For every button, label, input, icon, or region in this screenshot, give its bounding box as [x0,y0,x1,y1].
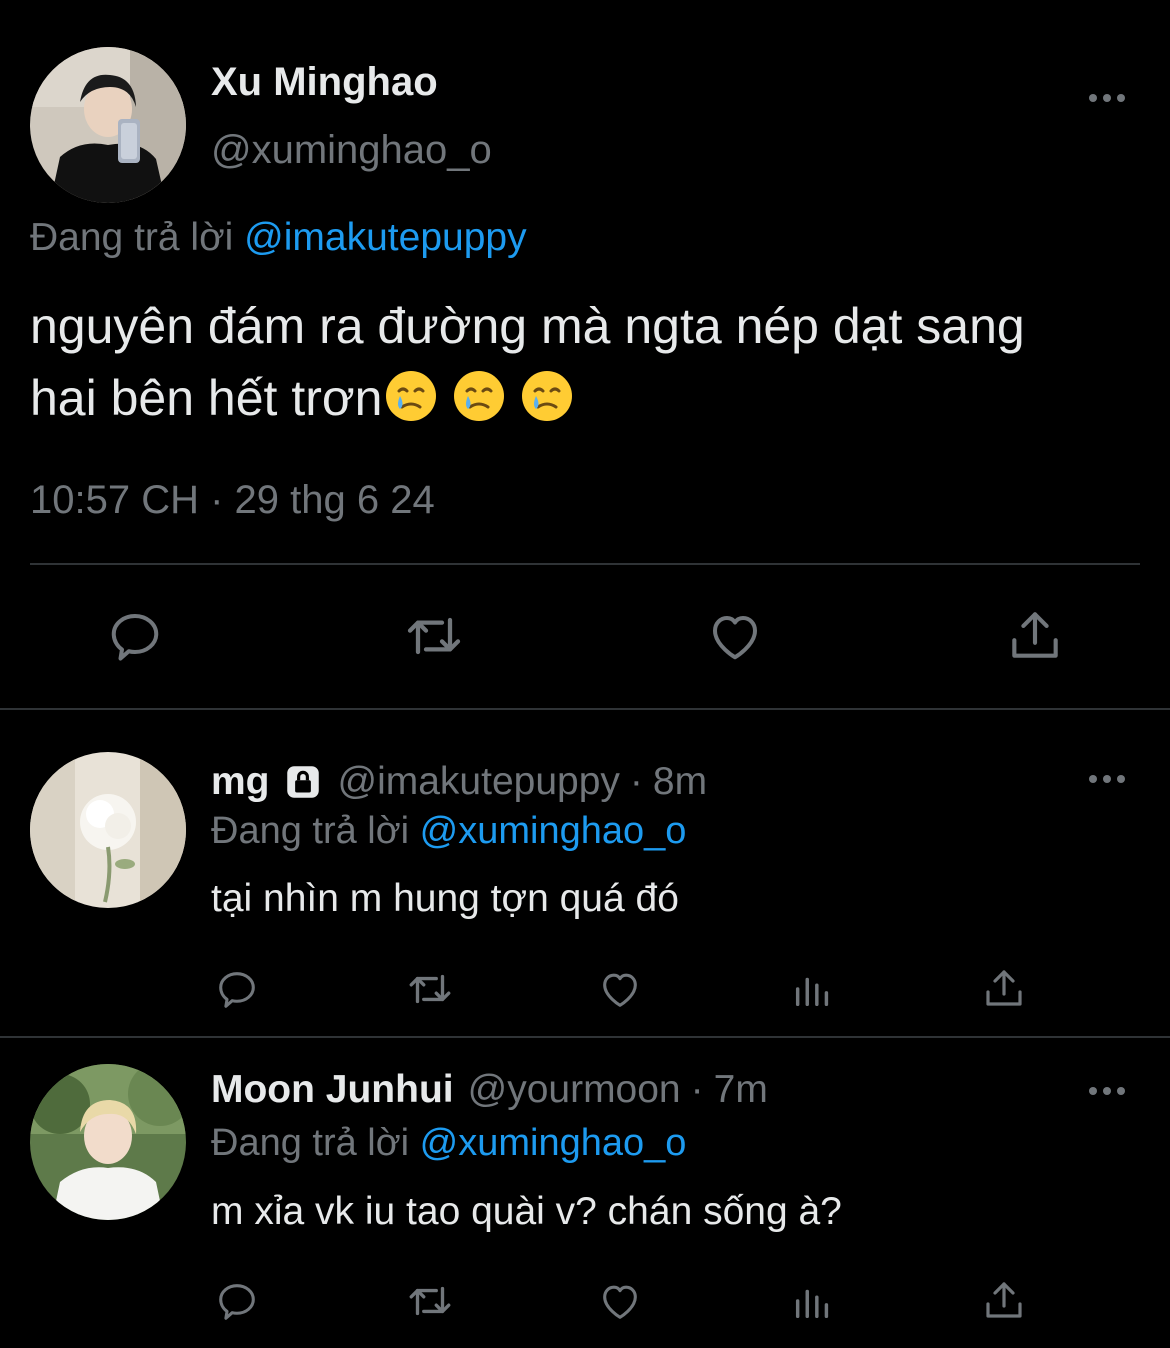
reply-separator: · [690,1068,704,1111]
tweet-timestamp[interactable]: 10:57 CH · 29 thg 6 24 [30,478,435,523]
divider [30,563,1140,565]
tweet-text: nguyên đám ra đường mà ngta nép dạt sang… [30,290,1160,434]
reply-avatar[interactable] [30,1064,186,1220]
reply-display-name[interactable]: Moon Junhui [211,1068,454,1112]
face-holding-back-tears-icon [522,371,573,421]
replying-to-line: Đang trả lời @xuminghao_o [211,1122,686,1165]
views-icon[interactable] [790,1278,836,1324]
more-options-icon[interactable] [1089,775,1125,783]
reply-icon[interactable] [213,966,261,1012]
reply-avatar[interactable] [30,752,186,908]
replying-to-line: Đang trả lời @imakutepuppy [30,216,527,260]
tweet-text-line2: hai bên hết trơn [30,370,383,426]
reply-handle[interactable]: @yourmoon [468,1068,681,1112]
reply-time[interactable]: 8m [653,760,707,804]
face-holding-back-tears-icon [454,371,505,421]
more-options-icon[interactable] [1089,94,1125,102]
replying-prefix: Đang trả lời [211,1122,410,1164]
retweet-icon[interactable] [403,964,457,1014]
divider [0,708,1170,710]
tweet-text-line1: nguyên đám ra đường mà ngta nép dạt sang [30,298,1025,354]
reply-time[interactable]: 7m [714,1068,768,1112]
share-icon[interactable] [980,1276,1028,1324]
emoji-group [384,369,574,423]
reply-header: Moon Junhui @yourmoon · 7m [211,1068,768,1112]
reply-icon[interactable] [213,1278,261,1324]
retweet-icon[interactable] [403,1276,457,1326]
like-icon[interactable] [596,1278,644,1324]
share-icon[interactable] [1004,604,1066,666]
reply-separator: · [629,760,643,803]
author-handle[interactable]: @xuminghao_o [211,128,492,173]
reply-handle[interactable]: @imakutepuppy [338,760,620,804]
reply-icon[interactable] [104,606,166,666]
replying-prefix: Đang trả lời [30,216,234,259]
reply-text: tại nhìn m hung tợn quá đó [211,877,679,920]
replying-to-line: Đang trả lời @xuminghao_o [211,810,686,853]
divider [0,1036,1170,1038]
replying-prefix: Đang trả lời [211,810,410,852]
replying-to-handle[interactable]: @imakutepuppy [244,216,526,259]
like-icon[interactable] [704,606,766,666]
share-icon[interactable] [980,964,1028,1012]
reply-text: m xỉa vk iu tao quài v? chán sống à? [211,1190,842,1233]
views-icon[interactable] [790,966,836,1012]
lock-icon [282,761,324,803]
like-icon[interactable] [596,966,644,1012]
face-holding-back-tears-icon [386,371,437,421]
tweet-text-line2-wrap: hai bên hết trơn [30,362,1160,434]
reply-header: mg @imakutepuppy · 8m [211,760,707,804]
replying-to-handle[interactable]: @xuminghao_o [420,810,687,852]
replying-to-handle[interactable]: @xuminghao_o [420,1122,687,1164]
retweet-icon[interactable] [400,604,468,668]
reply-display-name[interactable]: mg [211,760,270,804]
more-options-icon[interactable] [1089,1087,1125,1095]
author-display-name[interactable]: Xu Minghao [211,60,438,105]
main-avatar[interactable] [30,47,186,203]
